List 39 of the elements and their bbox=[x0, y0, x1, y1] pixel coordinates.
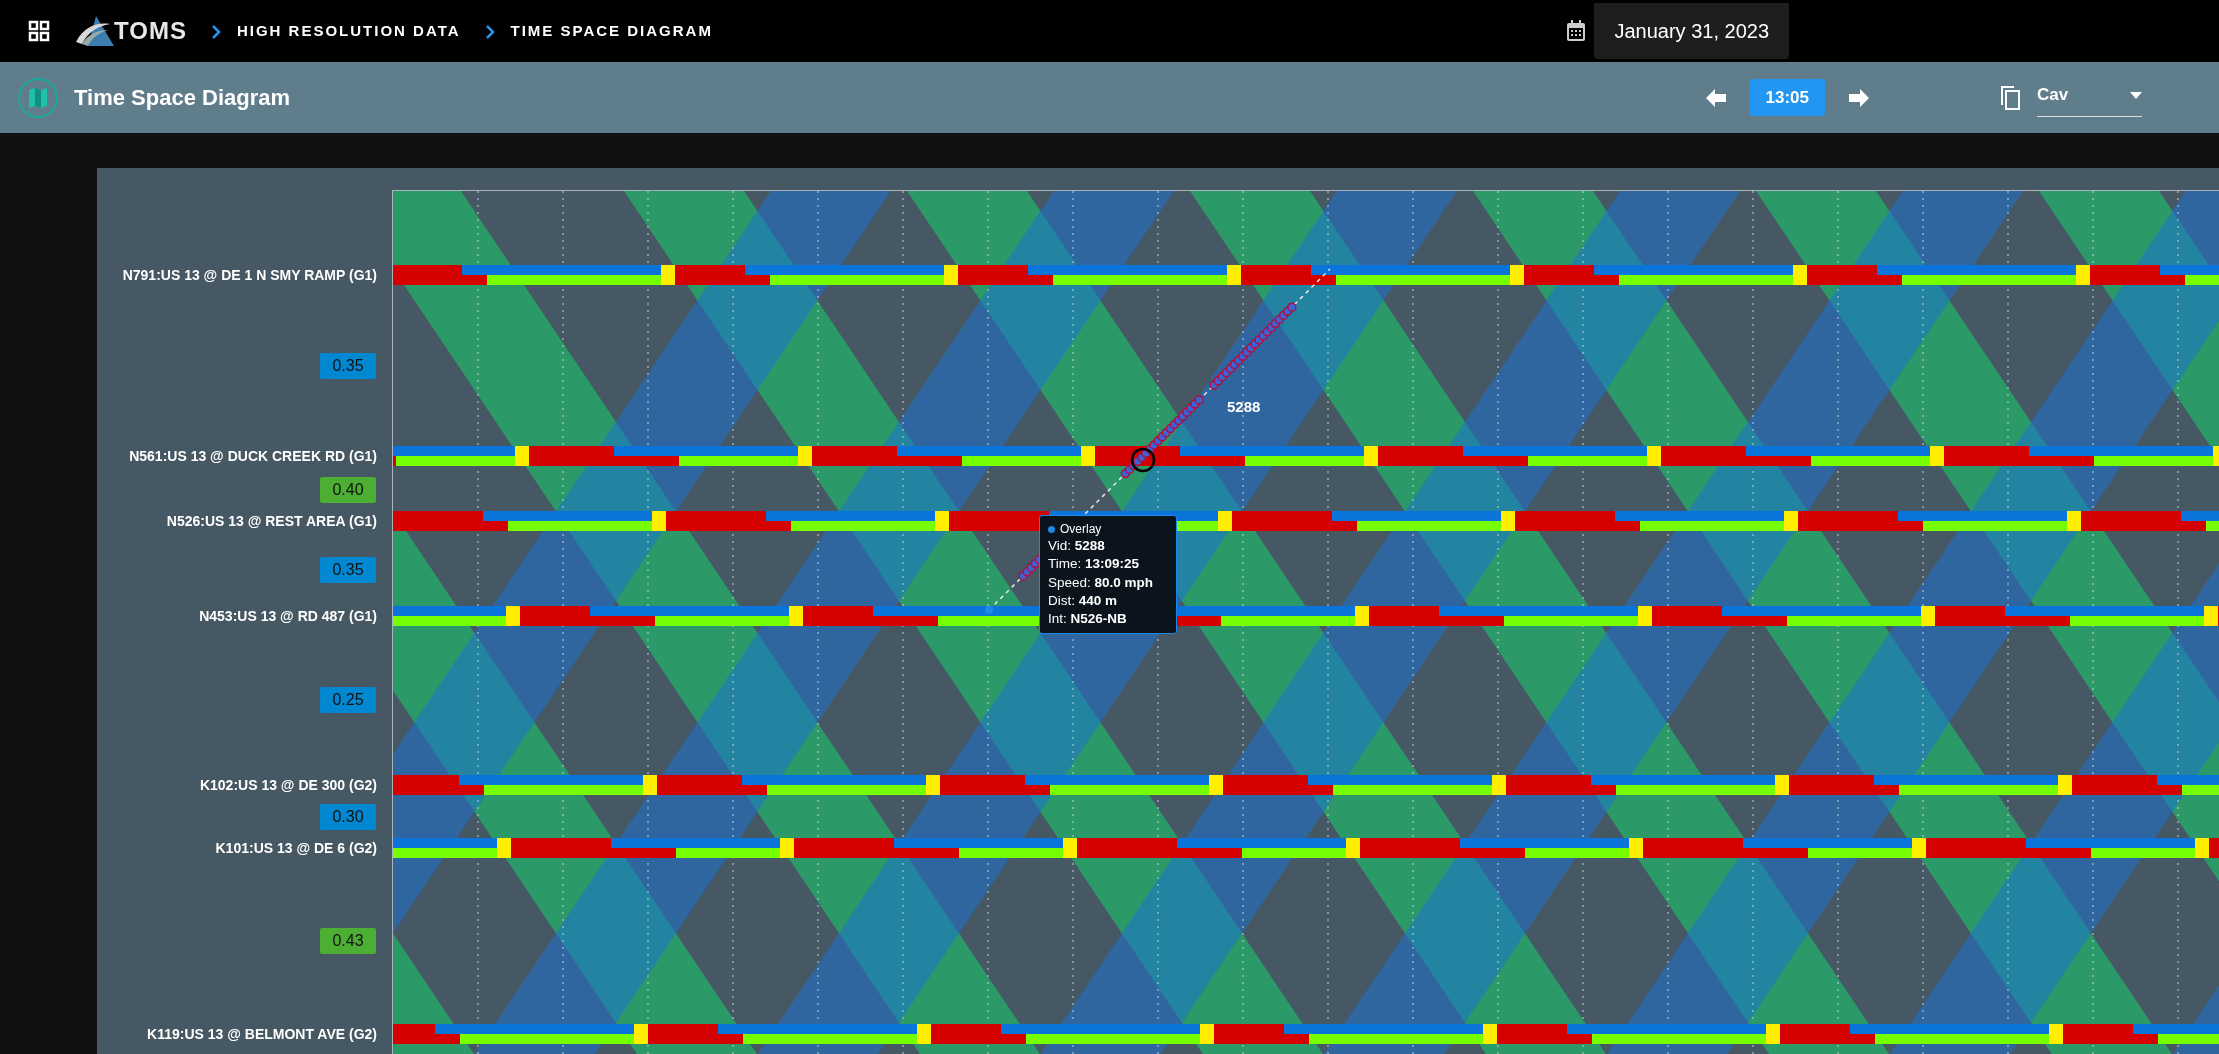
vehicle-id-label: 5288 bbox=[1227, 397, 1261, 417]
arrow-left-icon[interactable] bbox=[1705, 88, 1726, 107]
copy-icon[interactable] bbox=[1999, 84, 2021, 111]
logo-swoosh-icon bbox=[74, 16, 114, 46]
intersection-label: N561:US 13 @ DUCK CREEK RD (G1) bbox=[129, 446, 377, 466]
intersection-label: K102:US 13 @ DE 300 (G2) bbox=[199, 775, 377, 795]
intersection-label: N791:US 13 @ DE 1 N SMY RAMP (G1) bbox=[122, 265, 377, 285]
intersection-label: K119:US 13 @ BELMONT AVE (G2) bbox=[147, 1024, 377, 1044]
intersection-label: K101:US 13 @ DE 6 (G2) bbox=[215, 838, 377, 858]
arrow-right-icon[interactable] bbox=[1849, 88, 1869, 107]
selection-ring bbox=[1130, 447, 1156, 473]
tooltip-line: Time: 13:09:25 bbox=[1048, 555, 1141, 574]
breadcrumb-link[interactable]: HIGH RESOLUTION DATA bbox=[236, 19, 461, 43]
bandwidth-badge: 0.40 bbox=[320, 477, 376, 503]
chevron-right-icon bbox=[210, 23, 221, 40]
bandwidth-badge: 0.30 bbox=[320, 804, 376, 830]
bandwidth-badge: 0.25 bbox=[320, 687, 376, 713]
tooltip-line: Dist: 440 m bbox=[1048, 591, 1119, 610]
bandwidth-badge: 0.43 bbox=[320, 928, 376, 954]
caret-down-icon bbox=[2130, 91, 2142, 99]
legend-dot-icon bbox=[1048, 525, 1055, 533]
apps-grid-icon[interactable] bbox=[28, 20, 50, 42]
bandwidth-badge: 0.35 bbox=[320, 557, 376, 583]
breadcrumb-link[interactable]: TIME SPACE DIAGRAM bbox=[510, 19, 713, 43]
tooltip-line: Vid: 5288 bbox=[1048, 537, 1106, 556]
tooltip-line: Int: N526-NB bbox=[1048, 610, 1128, 629]
date-field[interactable]: January 31, 2023 bbox=[1594, 3, 1789, 59]
map-icon bbox=[18, 77, 58, 118]
bandwidth-badge: 0.35 bbox=[320, 353, 376, 379]
trajectory-start-point bbox=[985, 606, 993, 614]
page-title: Time Space Diagram bbox=[74, 84, 291, 112]
tooltip-title: Overlay bbox=[1060, 521, 1102, 538]
chevron-right-icon bbox=[484, 23, 495, 40]
mode-dropdown[interactable]: Cav bbox=[2037, 78, 2142, 117]
intersection-label: N453:US 13 @ RD 487 (G1) bbox=[199, 606, 377, 626]
calendar-icon[interactable] bbox=[1566, 20, 1587, 42]
intersection-label: N526:US 13 @ REST AREA (G1) bbox=[166, 511, 377, 531]
tooltip-line: Speed: 80.0 mph bbox=[1048, 573, 1155, 592]
logo-text: TOMS bbox=[114, 16, 187, 46]
